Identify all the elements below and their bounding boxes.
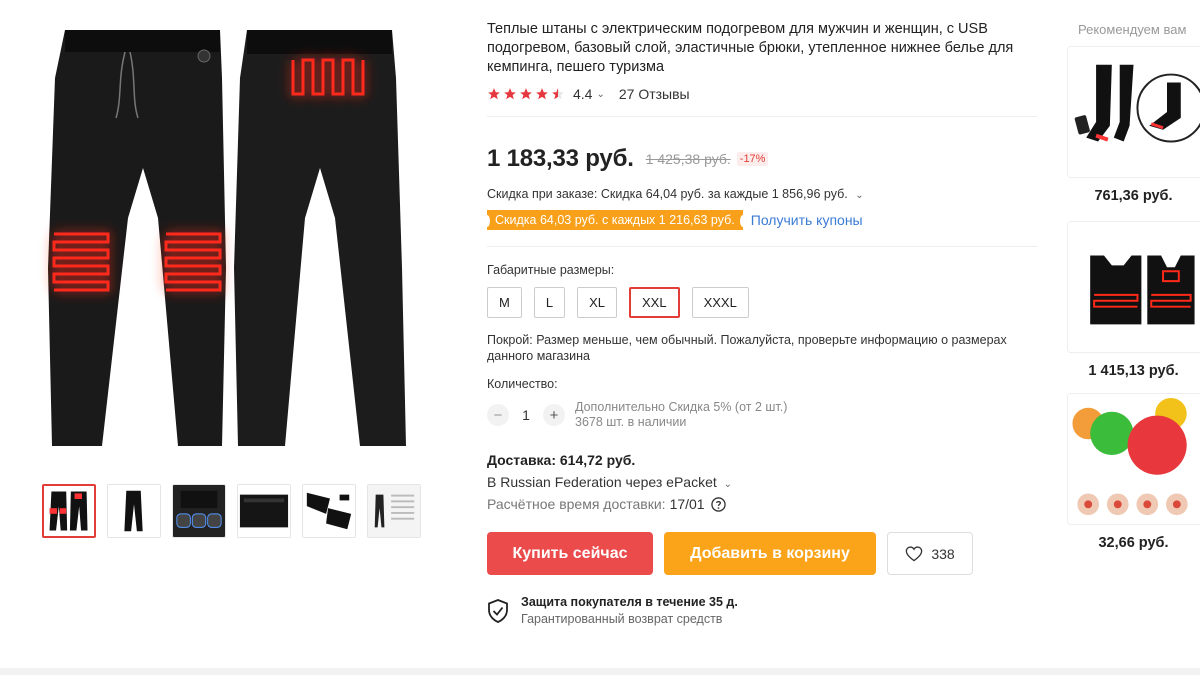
get-coupons-link[interactable]: Получить купоны <box>751 212 863 228</box>
recommendation-image[interactable] <box>1067 46 1200 178</box>
coupon-row: Скидка 64,03 руб. с каждых 1 216,63 руб.… <box>484 210 1047 230</box>
star-icon <box>536 88 548 100</box>
buyer-protection: Защита покупателя в течение 35 д. Гарант… <box>487 595 1047 626</box>
size-option-xxxl[interactable]: XXXL <box>691 287 749 318</box>
rating-stars[interactable] <box>487 87 565 101</box>
size-option-l[interactable]: L <box>533 287 566 318</box>
current-price: 1 183,33 руб. <box>487 145 634 172</box>
thumbnail-strip <box>42 484 421 538</box>
recommendation-price: 32,66 руб. <box>1098 535 1169 551</box>
protection-title: Защита покупателя в течение 35 д. <box>521 595 738 609</box>
recommendation-card-2[interactable]: 1 415,13 руб. <box>1067 221 1200 379</box>
rating-row: 4.4 ⌄ 27 Отзывы <box>487 86 1047 102</box>
star-icon <box>504 88 516 100</box>
star-half-icon <box>552 88 564 100</box>
recommendation-price: 761,36 руб. <box>1094 188 1173 204</box>
quantity-label: Количество: <box>487 377 558 391</box>
chevron-down-icon[interactable]: ⌄ <box>596 89 604 100</box>
delivery-time: Расчётное время доставки: 17/01 <box>487 496 1047 512</box>
size-selector: M L XL XXL XXXL <box>487 287 1047 318</box>
rating-value[interactable]: 4.4 <box>573 86 592 102</box>
delivery-route[interactable]: В Russian Federation через ePacket ⌄ <box>487 474 1047 490</box>
buy-now-button[interactable]: Купить сейчас <box>487 532 653 575</box>
recommendation-card-1[interactable]: 761,36 руб. <box>1067 46 1200 204</box>
thumbnail-5[interactable] <box>302 484 356 538</box>
action-buttons: Купить сейчас Добавить в корзину 338 <box>487 532 1047 575</box>
thumbnail-6[interactable] <box>367 484 421 538</box>
price-row: 1 183,33 руб. 1 425,38 руб. -17% <box>487 145 1047 173</box>
extra-discount-text: Дополнительно Скидка 5% (от 2 шт.) <box>575 400 788 414</box>
product-title: Теплые штаны с электрическим подогревом … <box>487 21 1014 75</box>
recommendation-image[interactable] <box>1067 393 1200 525</box>
recommendation-card-3[interactable]: 32,66 руб. <box>1067 393 1200 551</box>
size-option-xxl[interactable]: XXL <box>628 287 680 318</box>
thumbnail-1[interactable] <box>42 484 96 538</box>
recommendations-title: Рекомендуем вам <box>1078 22 1187 37</box>
recommendation-image[interactable] <box>1067 221 1200 353</box>
recommendation-price: 1 415,13 руб. <box>1088 363 1179 379</box>
old-price: 1 425,38 руб. <box>645 151 731 167</box>
shield-check-icon <box>488 599 508 623</box>
star-icon <box>520 88 532 100</box>
order-discount[interactable]: Скидка при заказе: Скидка 64,04 руб. за … <box>487 187 1047 201</box>
help-icon[interactable] <box>710 496 726 512</box>
chevron-down-icon: ⌄ <box>723 479 733 490</box>
main-product-image[interactable] <box>30 18 430 458</box>
bottom-divider <box>0 668 1200 675</box>
delivery-time-label: Расчётное время доставки: <box>487 496 666 512</box>
product-info: Теплые штаны с электрическим подогревом … <box>484 20 1047 626</box>
protection-subtitle: Гарантированный возврат средств <box>521 612 723 626</box>
delivery-price: Доставка: 614,72 руб. <box>487 452 636 468</box>
product-page: Теплые штаны с электрическим подогревом … <box>0 0 1200 675</box>
order-discount-text: Скидка при заказе: Скидка 64,04 руб. за … <box>487 187 848 201</box>
add-to-cart-button[interactable]: Добавить в корзину <box>664 532 876 575</box>
divider <box>487 116 1037 117</box>
quantity-stepper: − 1 + Дополнительно Скидка 5% (от 2 шт.)… <box>487 400 1047 430</box>
thumbnail-3[interactable] <box>172 484 226 538</box>
quantity-info: Дополнительно Скидка 5% (от 2 шт.) 3678 … <box>575 400 787 430</box>
delivery-time-value: 17/01 <box>669 496 705 512</box>
size-option-xl[interactable]: XL <box>577 287 617 318</box>
wishlist-button[interactable]: 338 <box>887 532 973 575</box>
wishlist-count: 338 <box>931 545 955 562</box>
protection-text: Защита покупателя в течение 35 д. Гарант… <box>521 595 738 626</box>
quantity-value[interactable]: 1 <box>509 407 543 423</box>
coupon-badge: Скидка 64,03 руб. с каждых 1 216,63 руб. <box>484 210 746 230</box>
delivery-route-text: В Russian Federation через ePacket <box>487 474 717 490</box>
divider <box>487 246 1037 247</box>
star-icon <box>488 88 500 100</box>
discount-badge: -17% <box>736 152 769 166</box>
reviews-link[interactable]: 27 Отзывы <box>619 86 690 102</box>
sizes-label: Габаритные размеры: <box>487 263 615 277</box>
chevron-down-icon: ⌄ <box>855 190 864 201</box>
stock-text: 3678 шт. в наличии <box>575 415 687 429</box>
increase-button[interactable]: + <box>543 404 565 426</box>
thumbnail-4[interactable] <box>237 484 291 538</box>
size-option-m[interactable]: M <box>487 287 522 318</box>
fit-note: Покрой: Размер меньше, чем обычный. Пожа… <box>487 333 1007 363</box>
heart-icon <box>906 545 923 561</box>
decrease-button[interactable]: − <box>487 404 509 426</box>
thumbnail-2[interactable] <box>107 484 161 538</box>
